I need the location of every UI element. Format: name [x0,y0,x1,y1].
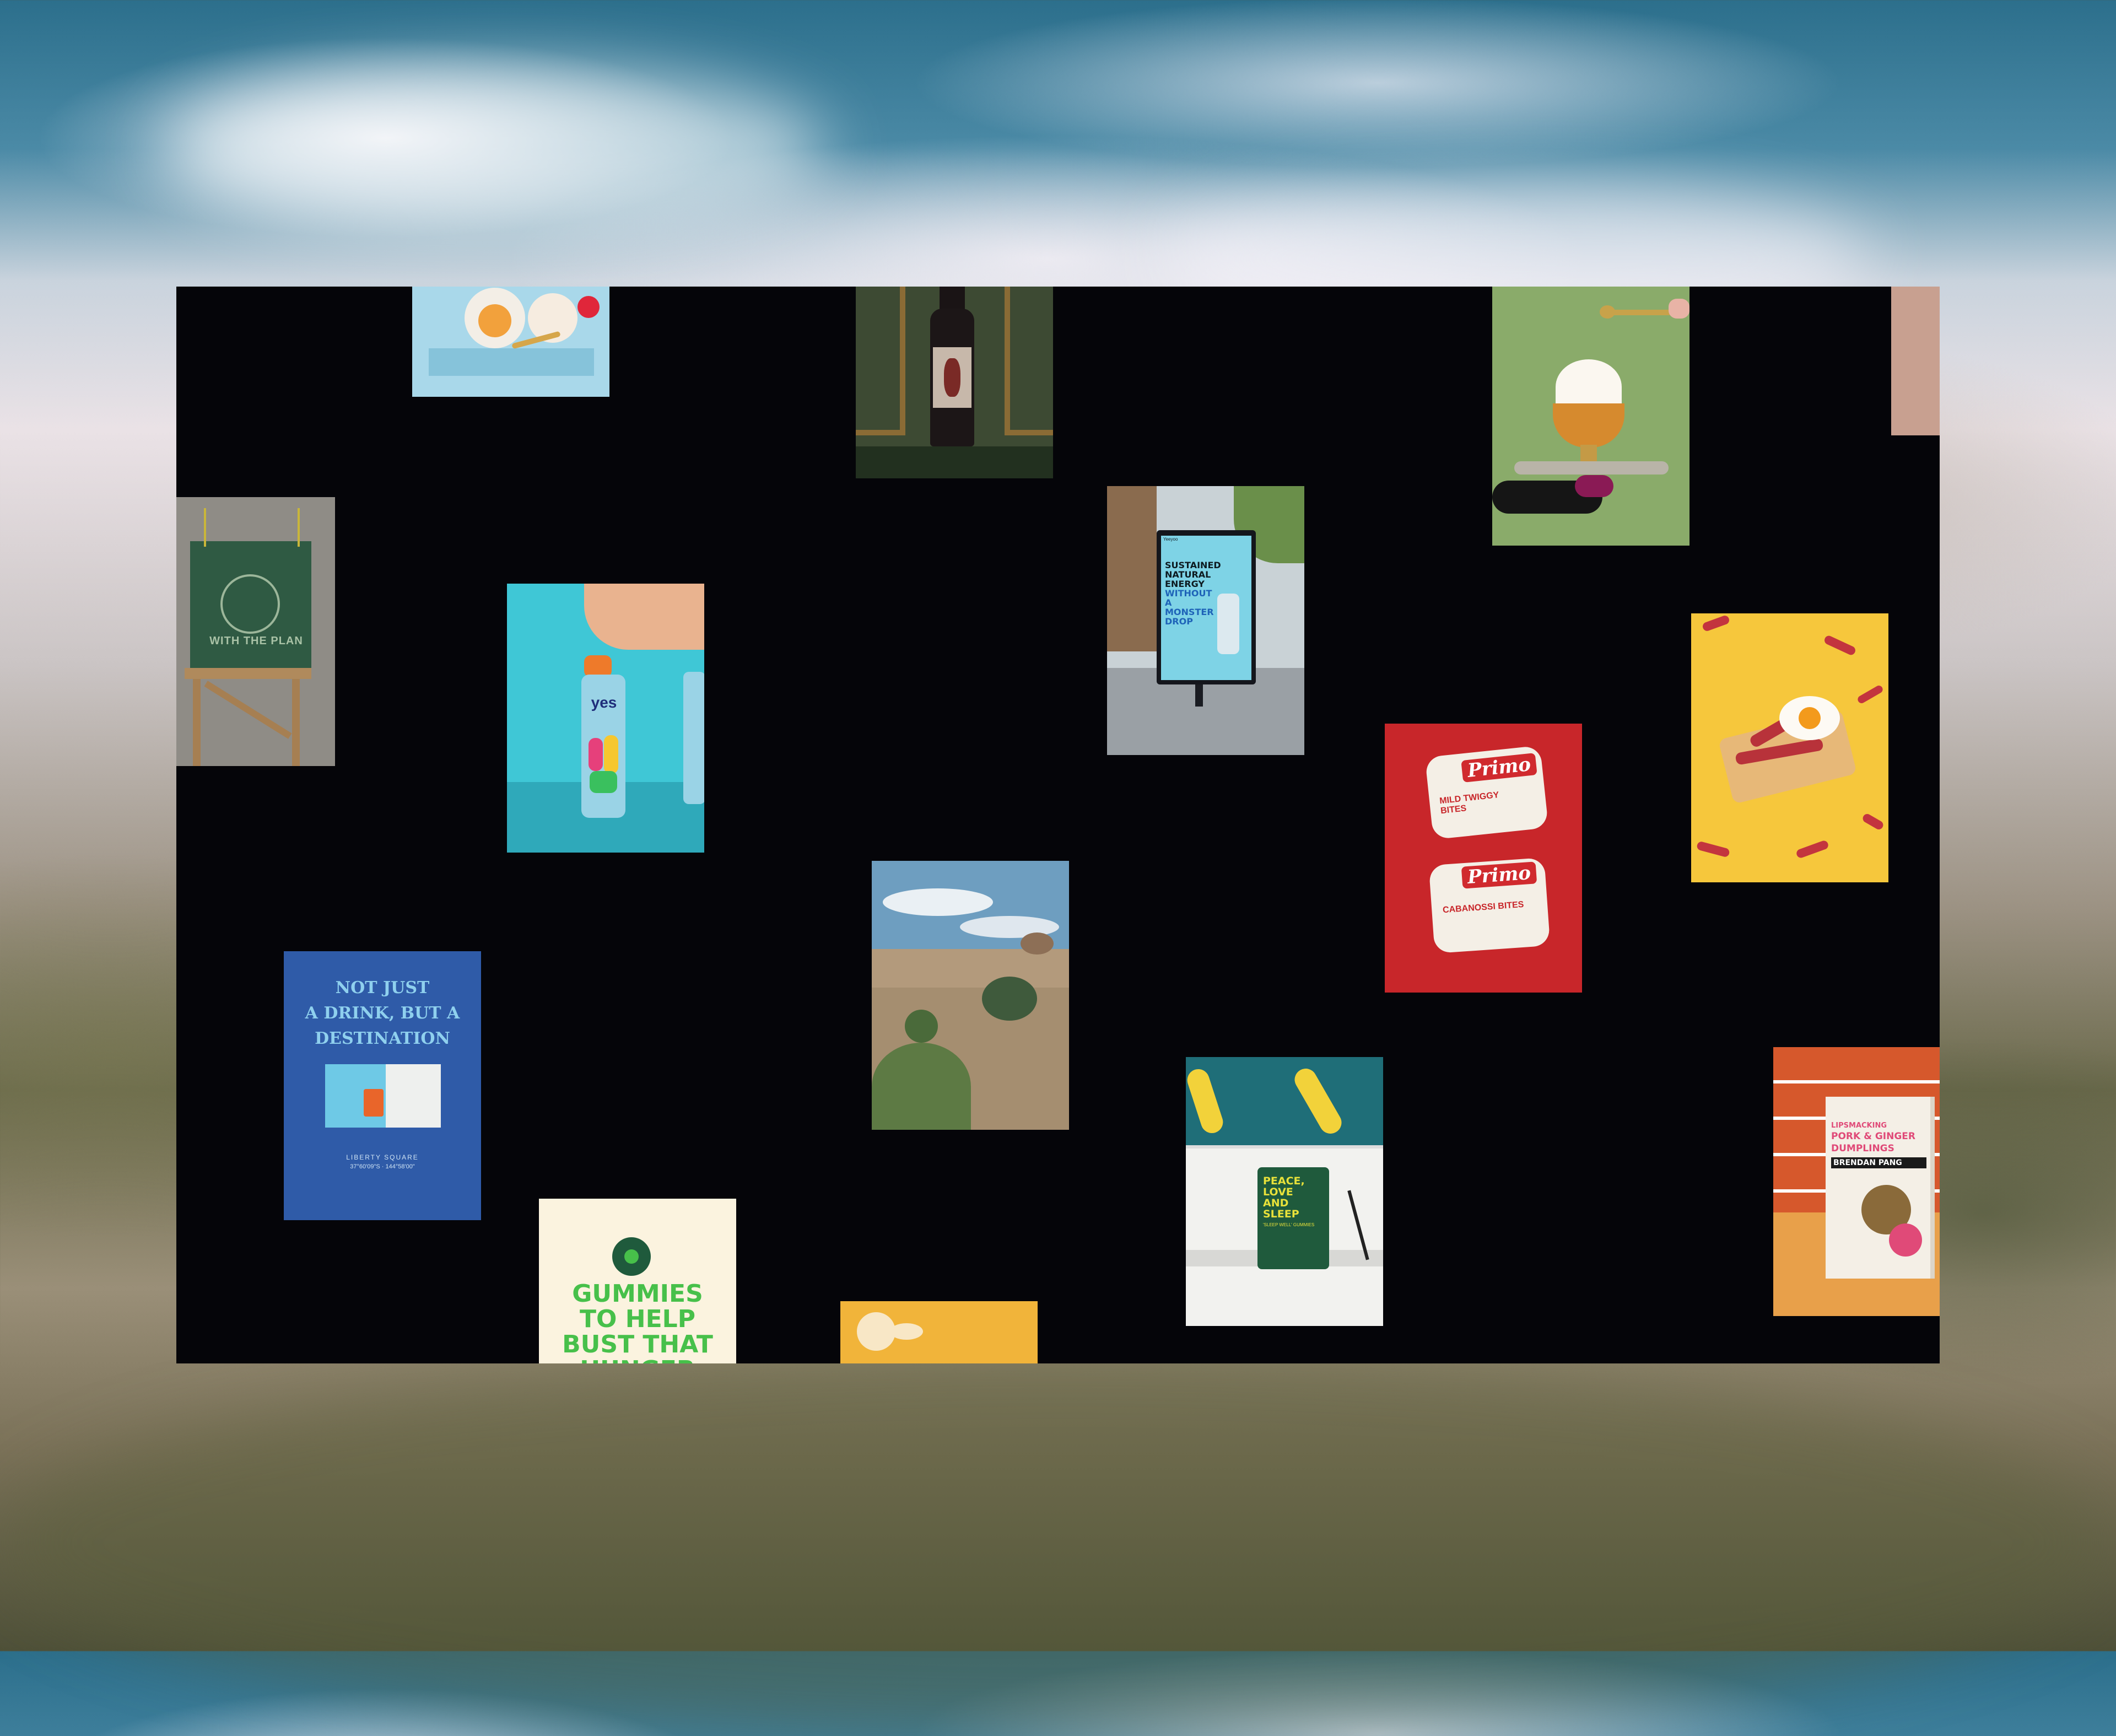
gallery-tile-desert-landscape[interactable] [872,861,1069,1130]
destination-place: LIBERTY SQUARE [346,1153,419,1161]
gallery-tile-tote-bag[interactable]: WITH THE PLAN [176,497,335,766]
background-cloud [165,66,827,231]
yes-can-brand: yes [591,694,617,711]
dumplings-line3: DUMPLINGS [1831,1143,1894,1154]
background-hill [0,1350,2116,1736]
destination-headline: NOT JUST A DRINK, BUT A DESTINATION [305,978,460,1048]
gallery-tile-ad-shelter[interactable]: Yeeyoo SUSTAINED NATURAL ENERGY WITHOUT … [1107,486,1304,755]
gallery-tile-wine-bottle[interactable] [856,287,1053,478]
destination-coordinates: 37°60'09"S · 144°58'00" [350,1163,415,1170]
gallery-tile-dessert-plate[interactable] [412,287,609,397]
sleep-pouch-sub: 'SLEEP WELL' GUMMIES [1263,1222,1315,1227]
gallery-tile-primo-packs[interactable]: Primo MILD TWIGGY BITES Primo CABANOSSI … [1385,724,1582,993]
sleep-pouch-headline: PEACE, LOVE AND SLEEP [1263,1175,1305,1220]
gallery-tile-bacon-toast[interactable] [1691,613,1888,882]
gallery-tile-yellow-fan[interactable] [840,1301,1038,1363]
dumplings-line1: LIPSMACKING [1831,1122,1887,1130]
tote-bag-print: WITH THE PLAN [209,635,303,647]
gallery-tile-sleep-pouch[interactable]: PEACE, LOVE AND SLEEP 'SLEEP WELL' GUMMI… [1186,1057,1383,1326]
dumplings-line2: PORK & GINGER [1831,1131,1915,1142]
dumplings-brand: BRENDAN PANG [1831,1157,1926,1168]
gallery-tile-gummies-poster[interactable]: GUMMIES TO HELP BUST THAT HUNGER [539,1199,736,1363]
ad-shelter-headline: SUSTAINED NATURAL ENERGY WITHOUT A MONST… [1165,560,1221,627]
gummies-headline: GUMMIES TO HELP BUST THAT HUNGER [562,1280,713,1364]
gallery-tile-destination-poster[interactable]: NOT JUST A DRINK, BUT A DESTINATION LIBE… [284,951,481,1220]
gallery-tile-meringue-dessert[interactable] [1492,287,1689,546]
gallery-canvas[interactable]: WITH THE PLAN yes Yeeyoo SUSTAINED NATUR… [176,287,1940,1363]
gallery-tile-yes-can[interactable]: yes [507,584,704,853]
ad-shelter-brand: Yeeyoo [1163,537,1178,542]
gallery-tile-dumplings-box[interactable]: LIPSMACKING PORK & GINGER DUMPLINGS BREN… [1773,1047,1940,1316]
gallery-tile-edge-peach[interactable] [1891,287,1940,435]
